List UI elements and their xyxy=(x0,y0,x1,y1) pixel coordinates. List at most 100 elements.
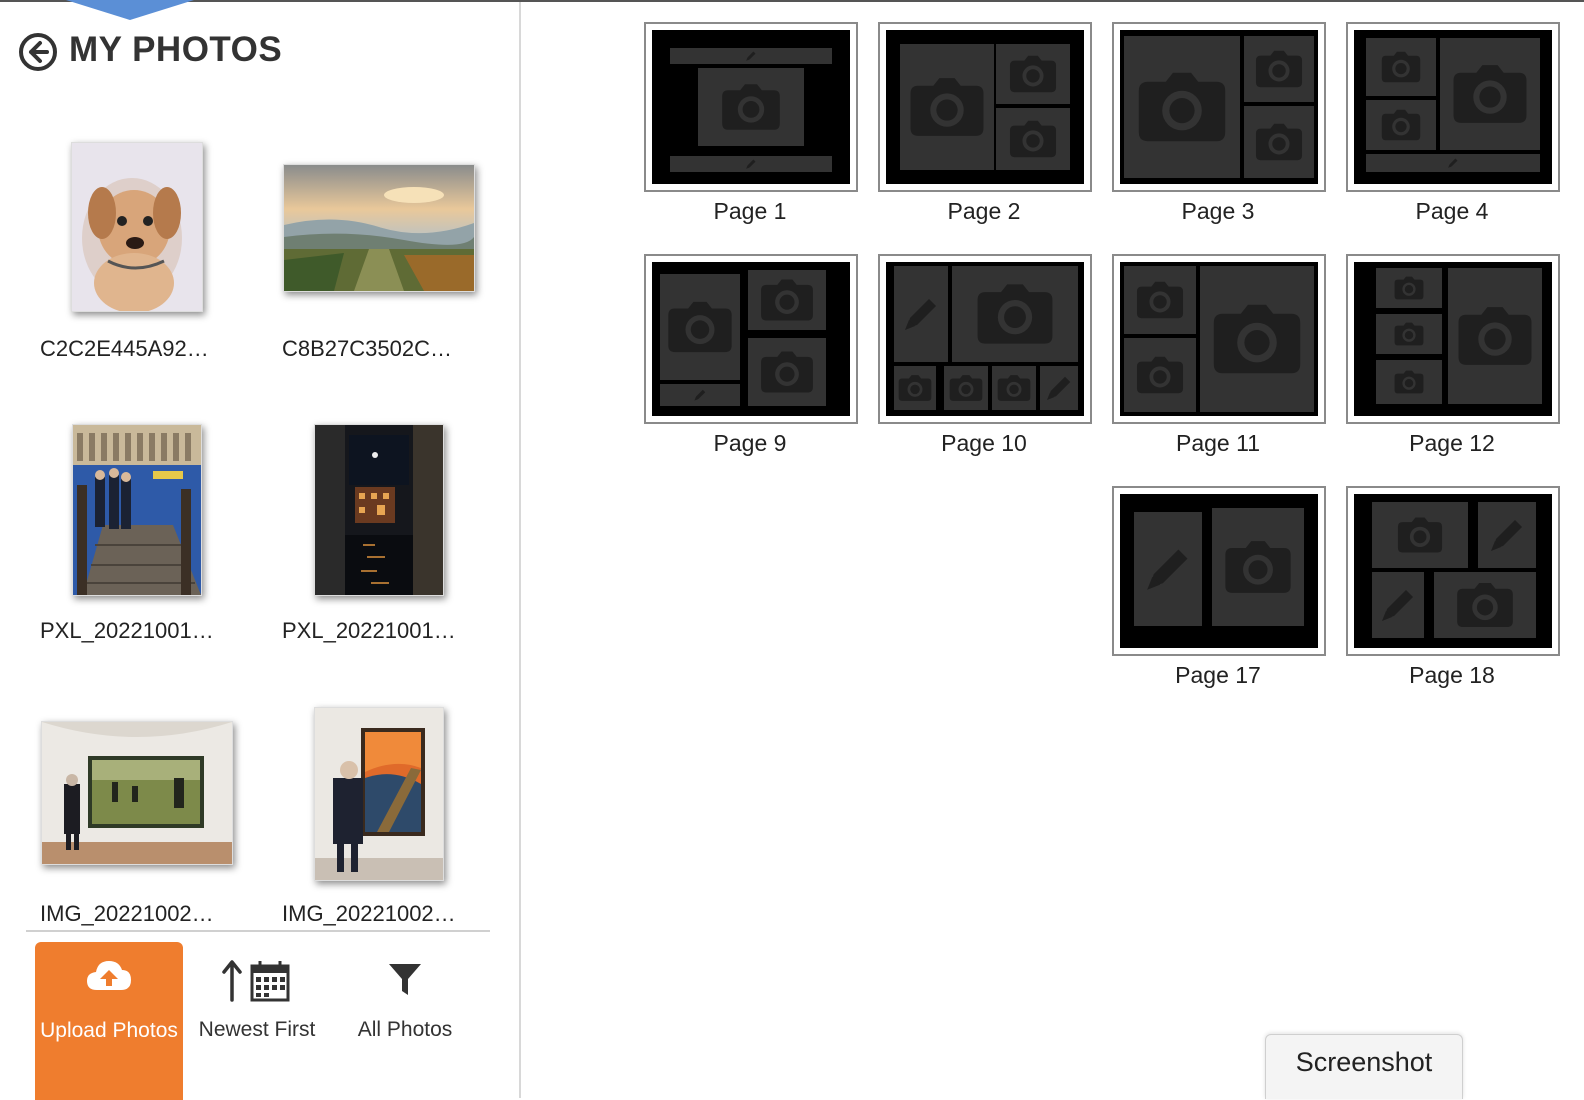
cloud-upload-icon xyxy=(87,961,131,990)
camera-icon xyxy=(1136,356,1184,394)
photo-thumbnail[interactable] xyxy=(41,721,233,865)
photo-filename: IMG_20221002… xyxy=(282,901,456,926)
camera-icon xyxy=(668,301,732,353)
pencil-icon xyxy=(1491,520,1522,551)
text-slot[interactable] xyxy=(1366,154,1540,172)
page-thumbnail[interactable] xyxy=(1346,486,1560,656)
page-thumbnail[interactable] xyxy=(878,254,1092,424)
sort-label: Newest First xyxy=(198,1018,316,1041)
page-label: Page 9 xyxy=(713,430,787,456)
page-thumbnail[interactable] xyxy=(1112,486,1326,656)
page-thumbnail[interactable] xyxy=(644,254,858,424)
page-layout xyxy=(1354,494,1552,648)
photo-filename: IMG_20221002… xyxy=(40,901,214,926)
photo-slot[interactable] xyxy=(698,68,804,146)
photo-slot[interactable] xyxy=(660,274,740,380)
camera-icon xyxy=(997,375,1031,401)
photo-slot[interactable] xyxy=(1448,268,1542,404)
photo-slot[interactable] xyxy=(1440,38,1540,150)
text-slot[interactable] xyxy=(670,48,832,64)
camera-icon xyxy=(1394,322,1424,346)
page-thumbnail[interactable] xyxy=(1112,254,1326,424)
photo-slot[interactable] xyxy=(894,366,936,410)
page-thumbnail[interactable] xyxy=(1346,22,1560,192)
photo-slot[interactable] xyxy=(1376,360,1442,404)
pencil-icon xyxy=(694,389,706,401)
page-thumbnail[interactable] xyxy=(644,22,858,192)
arrow-left-circle-icon[interactable] xyxy=(18,32,58,72)
toolbar-divider xyxy=(26,930,490,932)
text-slot[interactable] xyxy=(1040,366,1078,410)
upload-photos-button[interactable]: Upload Photos xyxy=(35,942,183,1100)
camera-icon xyxy=(1394,370,1424,394)
photo-thumbnail[interactable] xyxy=(314,424,444,596)
photo-slot[interactable] xyxy=(952,266,1078,362)
pencil-icon xyxy=(1147,549,1188,590)
photo-slot[interactable] xyxy=(1212,508,1304,626)
photo-slot[interactable] xyxy=(1244,106,1314,178)
camera-icon xyxy=(1394,276,1424,300)
tab-indicator xyxy=(66,0,194,20)
photo-slot[interactable] xyxy=(1376,314,1442,354)
page-layout xyxy=(886,30,1084,184)
photo-slot[interactable] xyxy=(1366,38,1436,96)
photo-slot[interactable] xyxy=(748,338,826,406)
photo-filename: C8B27C3502C… xyxy=(282,336,452,361)
camera-icon xyxy=(949,375,983,401)
photo-slot[interactable] xyxy=(1244,36,1314,102)
page-thumbnail[interactable] xyxy=(1346,254,1560,424)
photo-slot[interactable] xyxy=(1372,502,1468,568)
page-layout xyxy=(1354,30,1552,184)
pencil-icon xyxy=(746,159,756,169)
photo-slot[interactable] xyxy=(992,366,1036,410)
photo-slot[interactable] xyxy=(996,44,1070,104)
camera-icon xyxy=(722,84,780,130)
photo-slot[interactable] xyxy=(996,108,1070,170)
page-label: Page 11 xyxy=(1176,430,1260,456)
photo-thumbnail[interactable] xyxy=(314,707,444,881)
photo-slot[interactable] xyxy=(1376,268,1442,308)
camera-icon xyxy=(1213,304,1301,374)
screenshot-button[interactable]: Screenshot xyxy=(1265,1034,1463,1099)
photo-slot[interactable] xyxy=(1366,100,1436,150)
filter-all-photos-button[interactable]: All Photos xyxy=(345,942,465,1092)
text-slot[interactable] xyxy=(1478,502,1536,568)
page-label: Page 17 xyxy=(1175,662,1261,688)
text-slot[interactable] xyxy=(1134,512,1202,626)
text-slot[interactable] xyxy=(670,156,832,172)
text-slot[interactable] xyxy=(660,384,740,406)
photo-thumbnail[interactable] xyxy=(72,424,202,596)
photo-slot[interactable] xyxy=(1124,36,1240,178)
photo-thumbnail[interactable] xyxy=(283,164,475,292)
photo-slot[interactable] xyxy=(944,366,988,410)
photo-thumbnail[interactable] xyxy=(71,142,203,312)
page-layout xyxy=(1120,30,1318,184)
text-slot[interactable] xyxy=(894,266,948,362)
camera-icon xyxy=(1381,109,1421,141)
camera-icon xyxy=(977,284,1053,344)
page-label: Page 12 xyxy=(1409,430,1495,456)
camera-icon xyxy=(1225,541,1291,593)
panel-title: MY PHOTOS xyxy=(69,30,283,69)
photo-slot[interactable] xyxy=(900,44,994,170)
camera-icon xyxy=(1397,517,1443,553)
camera-icon xyxy=(910,78,984,136)
camera-icon xyxy=(1453,65,1527,123)
page-thumbnail[interactable] xyxy=(878,22,1092,192)
page-label: Page 2 xyxy=(947,198,1021,224)
photo-slot[interactable] xyxy=(1200,266,1314,412)
photo-filename: PXL_20221001… xyxy=(40,618,214,643)
funnel-icon xyxy=(389,964,421,995)
photo-slot[interactable] xyxy=(1124,338,1196,412)
text-slot[interactable] xyxy=(1372,572,1424,638)
page-thumbnail[interactable] xyxy=(1112,22,1326,192)
camera-icon xyxy=(1009,120,1057,158)
filter-label: All Photos xyxy=(357,1018,453,1041)
photos-panel: MY PHOTOS C2C2E445A92… C8B27C3502C… PXL_… xyxy=(0,2,521,1100)
pencil-icon xyxy=(1047,376,1071,400)
photo-slot[interactable] xyxy=(1434,572,1536,638)
photo-slot[interactable] xyxy=(748,270,826,330)
sort-newest-first-button[interactable]: Newest First xyxy=(192,942,322,1092)
photo-slot[interactable] xyxy=(1124,266,1196,334)
page-layout xyxy=(652,30,850,184)
